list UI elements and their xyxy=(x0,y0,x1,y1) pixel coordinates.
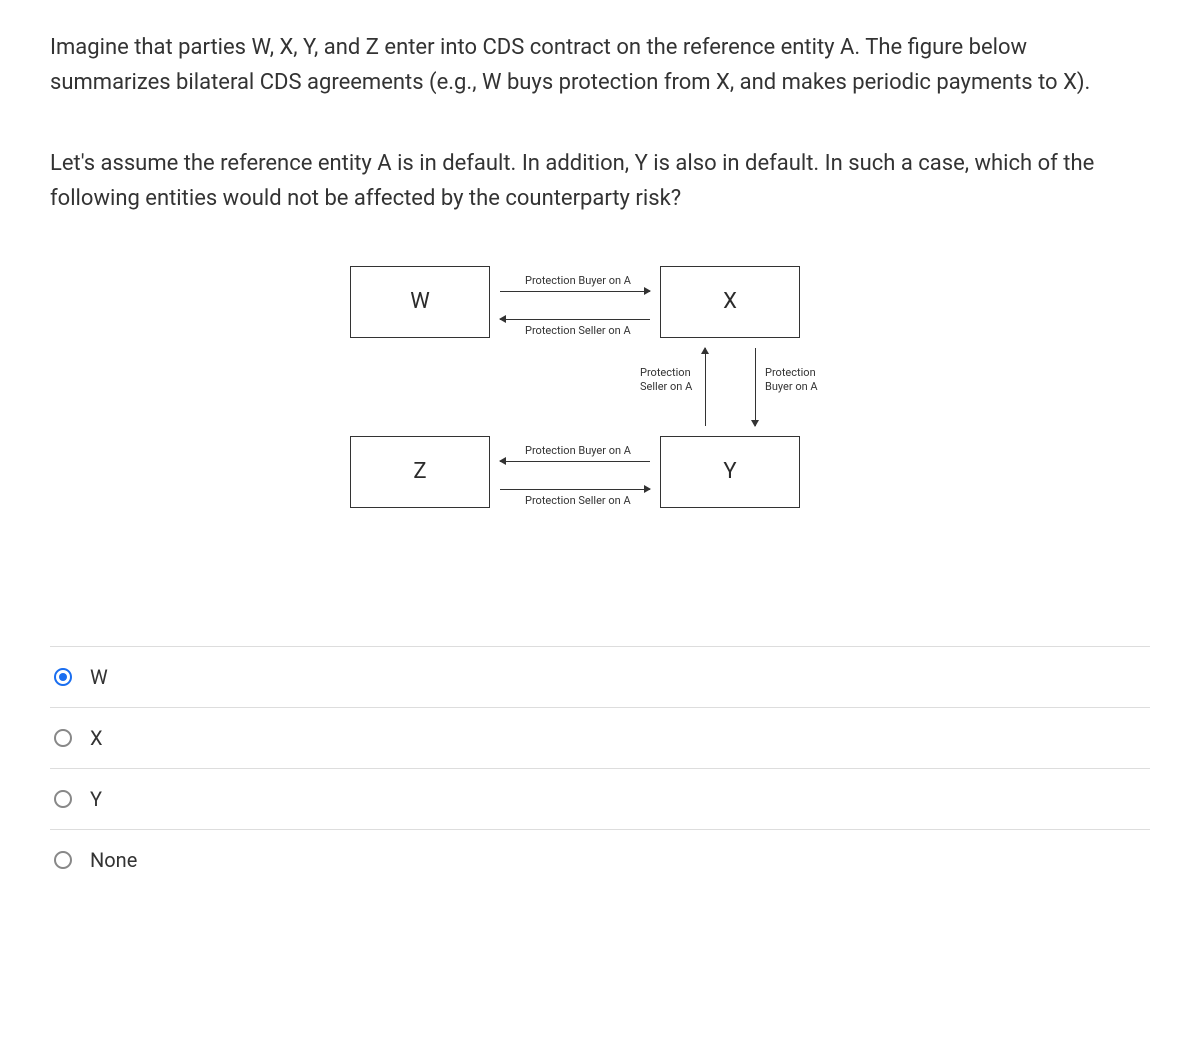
arrow-x-to-y xyxy=(755,348,756,426)
option-label: W xyxy=(90,665,108,689)
node-x: X xyxy=(660,266,800,338)
answer-options: W X Y None xyxy=(50,646,1150,891)
diagram-container: W X Z Y Protection Buyer on A Protection… xyxy=(50,266,1150,526)
option-y[interactable]: Y xyxy=(50,768,1150,829)
arrow-y-to-z xyxy=(500,461,650,462)
label-zy-top: Protection Buyer on A xyxy=(525,444,631,457)
option-w[interactable]: W xyxy=(50,646,1150,707)
option-x[interactable]: X xyxy=(50,707,1150,768)
arrow-w-to-x xyxy=(500,291,650,292)
arrow-x-to-w xyxy=(500,319,650,320)
radio-icon xyxy=(54,668,72,686)
label-wx-top: Protection Buyer on A xyxy=(525,274,631,287)
option-label: None xyxy=(90,848,137,872)
node-w: W xyxy=(350,266,490,338)
arrow-y-to-x xyxy=(705,348,706,426)
radio-icon xyxy=(54,729,72,747)
cds-diagram: W X Z Y Protection Buyer on A Protection… xyxy=(350,266,850,526)
question-text: Imagine that parties W, X, Y, and Z ente… xyxy=(50,30,1150,216)
node-y: Y xyxy=(660,436,800,508)
radio-icon xyxy=(54,790,72,808)
question-paragraph-1: Imagine that parties W, X, Y, and Z ente… xyxy=(50,30,1150,100)
label-zy-bottom: Protection Seller on A xyxy=(525,494,631,507)
option-label: Y xyxy=(90,787,102,811)
label-xy-right: Protection Buyer on A xyxy=(765,366,825,395)
option-label: X xyxy=(90,726,103,750)
node-z: Z xyxy=(350,436,490,508)
label-xy-left: Protection Seller on A xyxy=(640,366,700,395)
question-paragraph-2: Let's assume the reference entity A is i… xyxy=(50,146,1150,216)
label-wx-bottom: Protection Seller on A xyxy=(525,324,631,337)
arrow-z-to-y xyxy=(500,489,650,490)
radio-icon xyxy=(54,851,72,869)
option-none[interactable]: None xyxy=(50,829,1150,891)
